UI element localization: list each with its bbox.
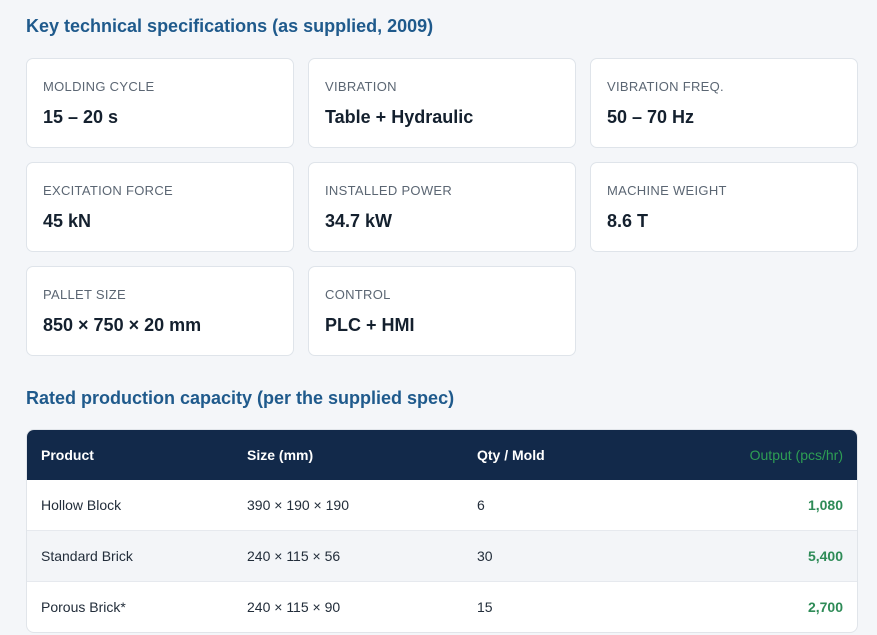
column-header-product: Product xyxy=(41,447,94,463)
cell-output: 5,400 xyxy=(663,530,857,582)
cell-qty: 30 xyxy=(463,530,663,582)
capacity-heading: Rated production capacity (per the suppl… xyxy=(26,388,455,408)
spec-card-molding-cycle: MOLDING CYCLE 15 – 20 s xyxy=(26,58,294,148)
spec-label: INSTALLED POWER xyxy=(325,183,453,198)
spec-value: 8.6 T xyxy=(607,211,649,231)
spec-card-vibration: VIBRATION Table + Hydraulic xyxy=(308,58,576,148)
cell-output: 2,700 xyxy=(663,581,857,632)
spec-label: VIBRATION FREQ. xyxy=(607,79,724,94)
spec-card-machine-weight: MACHINE WEIGHT 8.6 T xyxy=(590,162,858,252)
cell-product: Standard Brick xyxy=(27,530,233,582)
cell-size: 240 × 115 × 56 xyxy=(233,530,463,582)
column-header-output: Output (pcs/hr) xyxy=(749,447,843,463)
spec-value: 45 kN xyxy=(43,211,92,231)
table-row: Hollow Block 390 × 190 × 190 6 1,080 xyxy=(27,480,857,531)
spec-label: EXCITATION FORCE xyxy=(43,183,173,198)
spec-card-excitation-force: EXCITATION FORCE 45 kN xyxy=(26,162,294,252)
spec-card-control: CONTROL PLC + HMI xyxy=(308,266,576,356)
cell-qty: 6 xyxy=(477,497,485,513)
cell-output: 1,080 xyxy=(807,497,843,513)
specs-heading: Key technical specifications (as supplie… xyxy=(26,16,434,36)
cell-qty: 15 xyxy=(463,581,663,632)
spec-label: MACHINE WEIGHT xyxy=(607,183,727,198)
spec-label: MOLDING CYCLE xyxy=(43,79,155,94)
spec-card-vibration-freq: VIBRATION FREQ. 50 – 70 Hz xyxy=(590,58,858,148)
spec-label: CONTROL xyxy=(325,287,391,302)
spec-card-grid: MOLDING CYCLE 15 – 20 s VIBRATION Table … xyxy=(26,58,858,356)
column-header-size: Size (mm) xyxy=(247,447,314,463)
spec-value: 50 – 70 Hz xyxy=(607,107,695,127)
table-row: Standard Brick 240 × 115 × 56 30 5,400 xyxy=(27,530,857,582)
spec-value: Table + Hydraulic xyxy=(325,107,474,127)
spec-value: 850 × 750 × 20 mm xyxy=(43,315,202,335)
table-row: Porous Brick* 240 × 115 × 90 15 2,700 xyxy=(27,581,857,632)
spec-card-pallet-size: PALLET SIZE 850 × 750 × 20 mm xyxy=(26,266,294,356)
cell-product: Hollow Block xyxy=(41,497,122,513)
column-header-qty: Qty / Mold xyxy=(477,447,545,463)
spec-label: PALLET SIZE xyxy=(43,287,127,302)
spec-value: 34.7 kW xyxy=(325,211,393,231)
cell-size: 390 × 190 × 190 xyxy=(247,497,349,513)
cell-product: Porous Brick* xyxy=(27,581,233,632)
table-header-row: Product Size (mm) Qty / Mold Output (pcs… xyxy=(27,430,857,480)
spec-value: PLC + HMI xyxy=(325,315,415,335)
spec-card-installed-power: INSTALLED POWER 34.7 kW xyxy=(308,162,576,252)
spec-value: 15 – 20 s xyxy=(43,107,119,127)
capacity-table: Product Size (mm) Qty / Mold Output (pcs… xyxy=(26,429,858,633)
cell-size: 240 × 115 × 90 xyxy=(233,581,463,632)
spec-label: VIBRATION xyxy=(325,79,397,94)
